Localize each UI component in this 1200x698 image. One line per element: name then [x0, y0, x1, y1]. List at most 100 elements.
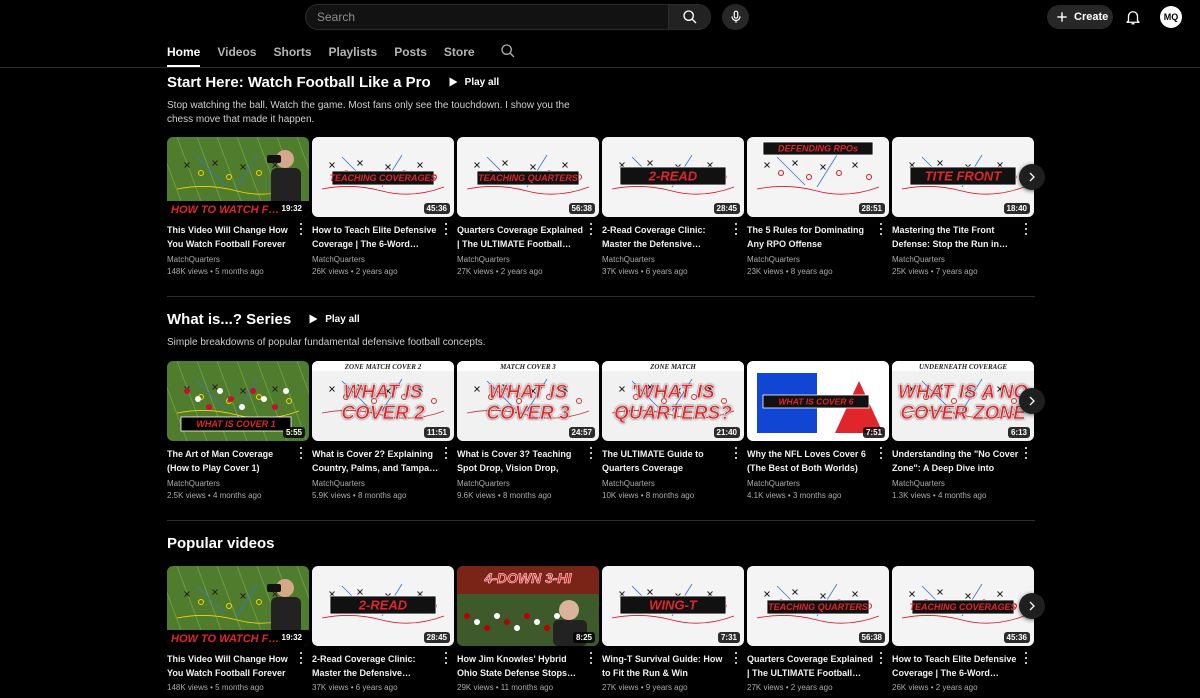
shelf-title[interactable]: What is...? Series	[167, 311, 291, 328]
video-card[interactable]: TITE FRONT 18:40 Mastering the Tite Front …	[892, 137, 1034, 276]
video-card[interactable]: MATCH COVER 3 WHAT IS COVER 3 24:57 What is…	[457, 361, 599, 500]
channel-name[interactable]: MatchQuarters	[457, 255, 599, 264]
more-actions-icon[interactable]	[298, 652, 304, 664]
channel-name[interactable]: MatchQuarters	[747, 255, 889, 264]
tab-store[interactable]: Store	[444, 39, 475, 67]
more-actions-icon[interactable]	[733, 447, 739, 459]
video-card[interactable]: WHAT IS COVER 6 7:51 Why the NFL Loves Cov…	[747, 361, 889, 500]
more-actions-icon[interactable]	[1023, 652, 1029, 664]
video-thumbnail[interactable]: HOW TO WATCH F… 19:32	[167, 137, 309, 217]
video-title[interactable]: The ULTIMATE Guide to Quarters Coverage …	[602, 447, 730, 475]
tab-videos[interactable]: Videos	[217, 39, 256, 67]
tab-posts[interactable]: Posts	[394, 39, 427, 67]
video-thumbnail[interactable]: MATCH COVER 3 WHAT IS COVER 3 24:57	[457, 361, 599, 441]
video-thumbnail[interactable]: WHAT IS COVER 1 5:55	[167, 361, 309, 441]
channel-name[interactable]: MatchQuarters	[602, 479, 744, 488]
channel-name[interactable]: MatchQuarters	[457, 479, 599, 488]
search-button[interactable]	[668, 4, 711, 30]
video-title[interactable]: This Video Will Change How You Watch Foo…	[167, 223, 295, 251]
video-title[interactable]: Wing-T Survival Guide: How to Fit the Ru…	[602, 652, 730, 680]
more-actions-icon[interactable]	[588, 223, 594, 235]
video-thumbnail[interactable]: 2-READ 28:45	[602, 137, 744, 217]
video-title[interactable]: Quarters Coverage Explained | The ULTIMA…	[747, 652, 875, 680]
video-title[interactable]: Why the NFL Loves Cover 6 (The Best of B…	[747, 447, 875, 475]
video-title[interactable]: How Jim Knowles' Hybrid Ohio State Defen…	[457, 652, 585, 680]
avatar[interactable]: MQ	[1160, 6, 1182, 28]
video-thumbnail[interactable]: TEACHING COVERAGES 45:36	[312, 137, 454, 217]
more-actions-icon[interactable]	[443, 652, 449, 664]
shelf-title[interactable]: Start Here: Watch Football Like a Pro	[167, 74, 431, 91]
channel-name[interactable]: MatchQuarters	[892, 479, 1034, 488]
video-title[interactable]: How to Teach Elite Defensive Coverage | …	[892, 652, 1020, 680]
video-card[interactable]: TEACHING COVERAGES 45:36 How to Teach Elit…	[312, 137, 454, 276]
video-title[interactable]: The 5 Rules for Dominating Any RPO Offen…	[747, 223, 875, 251]
notifications-button[interactable]	[1122, 6, 1144, 28]
tab-home[interactable]: Home	[167, 39, 201, 67]
more-actions-icon[interactable]	[878, 652, 884, 664]
video-title[interactable]: 2-Read Coverage Clinic: Master the Defen…	[602, 223, 730, 251]
channel-name[interactable]: MatchQuarters	[167, 255, 309, 264]
more-actions-icon[interactable]	[443, 223, 449, 235]
search-input[interactable]	[317, 10, 668, 24]
channel-name[interactable]: MatchQuarters	[892, 255, 1034, 264]
more-actions-icon[interactable]	[733, 223, 739, 235]
more-actions-icon[interactable]	[733, 652, 739, 664]
more-actions-icon[interactable]	[1023, 447, 1029, 459]
video-title[interactable]: Mastering the Tite Front Defense: Stop t…	[892, 223, 1020, 251]
video-title[interactable]: Quarters Coverage Explained | The ULTIMA…	[457, 223, 585, 251]
video-title[interactable]: How to Teach Elite Defensive Coverage | …	[312, 223, 440, 251]
play-all-button[interactable]: Play all	[307, 313, 360, 325]
video-card[interactable]: 2-READ 28:45 2-Read Coverage Clinic: Maste…	[312, 566, 454, 692]
video-card[interactable]: DEFENDING RPOs 28:51 The 5 Rules for Domin…	[747, 137, 889, 276]
shelf-next-button[interactable]	[1019, 593, 1045, 619]
video-title[interactable]: What is Cover 2? Explaining Country, Pal…	[312, 447, 440, 475]
video-thumbnail[interactable]: HOW TO WATCH F… 19:32	[167, 566, 309, 646]
more-actions-icon[interactable]	[298, 223, 304, 235]
video-thumbnail[interactable]: UNDERNEATH COVERAGE WHAT IS A NO COVER ZO…	[892, 361, 1034, 441]
tab-playlists[interactable]: Playlists	[329, 39, 378, 67]
more-actions-icon[interactable]	[588, 447, 594, 459]
more-actions-icon[interactable]	[443, 447, 449, 459]
video-card[interactable]: WING-T 7:31 Wing-T Survival Guide: How to …	[602, 566, 744, 692]
video-card[interactable]: ZONE MATCH 'WHAT IS QUARTERS? 21:40 The ULT…	[602, 361, 744, 500]
video-card[interactable]: TEACHING QUARTERS 56:38 Quarters Coverage …	[457, 137, 599, 276]
video-card[interactable]: ZONE MATCH COVER 2 WHAT IS COVER 2 11:51 Wh…	[312, 361, 454, 500]
video-card[interactable]: HOW TO WATCH F… 19:32 This Video Will Chan…	[167, 566, 309, 692]
video-thumbnail[interactable]: TEACHING QUARTERS 56:38	[747, 566, 889, 646]
shelf-title[interactable]: Popular videos	[167, 535, 275, 552]
video-thumbnail[interactable]: TEACHING COVERAGES 45:36	[892, 566, 1034, 646]
shelf-next-button[interactable]	[1019, 164, 1045, 190]
more-actions-icon[interactable]	[588, 652, 594, 664]
video-title[interactable]: The Art of Man Coverage (How to Play Cov…	[167, 447, 295, 475]
video-card[interactable]: WHAT IS COVER 1 5:55 The Art of Man Covera…	[167, 361, 309, 500]
video-thumbnail[interactable]: TITE FRONT 18:40	[892, 137, 1034, 217]
more-actions-icon[interactable]	[878, 223, 884, 235]
more-actions-icon[interactable]	[298, 447, 304, 459]
channel-search-button[interactable]	[500, 39, 516, 64]
play-all-button[interactable]: Play all	[447, 76, 499, 88]
channel-name[interactable]: MatchQuarters	[312, 479, 454, 488]
video-title[interactable]: This Video Will Change How You Watch Foo…	[167, 652, 295, 680]
channel-name[interactable]: MatchQuarters	[312, 255, 454, 264]
video-thumbnail[interactable]: 4-DOWN 3-HI 8:25	[457, 566, 599, 646]
video-thumbnail[interactable]: WHAT IS COVER 6 7:51	[747, 361, 889, 441]
video-thumbnail[interactable]: ZONE MATCH 'WHAT IS QUARTERS? 21:40	[602, 361, 744, 441]
video-card[interactable]: HOW TO WATCH F… 19:32 This Video Will Chan…	[167, 137, 309, 276]
video-title[interactable]: What is Cover 3? Teaching Spot Drop, Vis…	[457, 447, 585, 475]
video-card[interactable]: 4-DOWN 3-HI 8:25 How Jim Knowles' Hybrid O…	[457, 566, 599, 692]
video-card[interactable]: TEACHING QUARTERS 56:38 Quarters Coverage …	[747, 566, 889, 692]
video-thumbnail[interactable]: 2-READ 28:45	[312, 566, 454, 646]
more-actions-icon[interactable]	[1023, 223, 1029, 235]
create-button[interactable]: Create	[1047, 5, 1113, 29]
video-thumbnail[interactable]: DEFENDING RPOs 28:51	[747, 137, 889, 217]
video-thumbnail[interactable]: WING-T 7:31	[602, 566, 744, 646]
more-actions-icon[interactable]	[878, 447, 884, 459]
shelf-next-button[interactable]	[1019, 388, 1045, 414]
video-thumbnail[interactable]: TEACHING QUARTERS 56:38	[457, 137, 599, 217]
video-title[interactable]: Understanding the "No Cover Zone": A Dee…	[892, 447, 1020, 475]
video-card[interactable]: UNDERNEATH COVERAGE WHAT IS A NO COVER ZO…	[892, 361, 1034, 500]
video-title[interactable]: 2-Read Coverage Clinic: Master the Defen…	[312, 652, 440, 680]
video-card[interactable]: 2-READ 28:45 2-Read Coverage Clinic: Maste…	[602, 137, 744, 276]
video-thumbnail[interactable]: ZONE MATCH COVER 2 WHAT IS COVER 2 11:51	[312, 361, 454, 441]
channel-name[interactable]: MatchQuarters	[747, 479, 889, 488]
